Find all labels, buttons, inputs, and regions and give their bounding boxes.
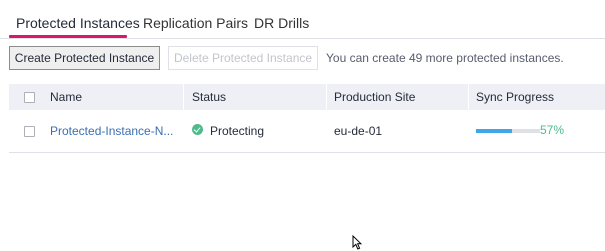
quota-hint: You can create 49 more protected instanc… bbox=[326, 51, 564, 65]
column-header-status[interactable]: Status bbox=[192, 90, 226, 104]
sync-progress-label: 57% bbox=[540, 123, 565, 137]
column-divider bbox=[468, 84, 469, 110]
select-all-checkbox[interactable] bbox=[24, 92, 35, 103]
active-tab-indicator bbox=[9, 35, 127, 38]
tab-protected-instances[interactable]: Protected Instances bbox=[16, 15, 140, 31]
row-checkbox[interactable] bbox=[24, 126, 35, 137]
tab-replication-pairs[interactable]: Replication Pairs bbox=[143, 15, 248, 31]
delete-protected-instance-button[interactable]: Delete Protected Instance bbox=[168, 46, 318, 70]
column-header-production-site[interactable]: Production Site bbox=[334, 90, 415, 104]
table-header: Name Status Production Site Sync Progres… bbox=[9, 84, 605, 110]
create-protected-instance-button[interactable]: Create Protected Instance bbox=[9, 46, 160, 70]
column-header-name[interactable]: Name bbox=[50, 90, 82, 104]
status-text: Protecting bbox=[210, 124, 265, 138]
production-site-value: eu-de-01 bbox=[334, 124, 383, 138]
check-circle-icon bbox=[192, 124, 203, 135]
column-divider bbox=[183, 84, 184, 110]
mouse-cursor-icon bbox=[352, 235, 362, 250]
column-header-sync-progress[interactable]: Sync Progress bbox=[476, 90, 554, 104]
tab-dr-drills[interactable]: DR Drills bbox=[254, 15, 309, 31]
tab-bar: Protected Instances Replication Pairs DR… bbox=[0, 0, 605, 39]
instance-name-link[interactable]: Protected-Instance-N... bbox=[50, 124, 173, 138]
sync-progress-bar bbox=[476, 129, 540, 133]
table-row: Protected-Instance-N... Protecting eu-de… bbox=[9, 110, 605, 153]
sync-progress-fill bbox=[476, 129, 513, 133]
column-divider bbox=[326, 84, 327, 110]
